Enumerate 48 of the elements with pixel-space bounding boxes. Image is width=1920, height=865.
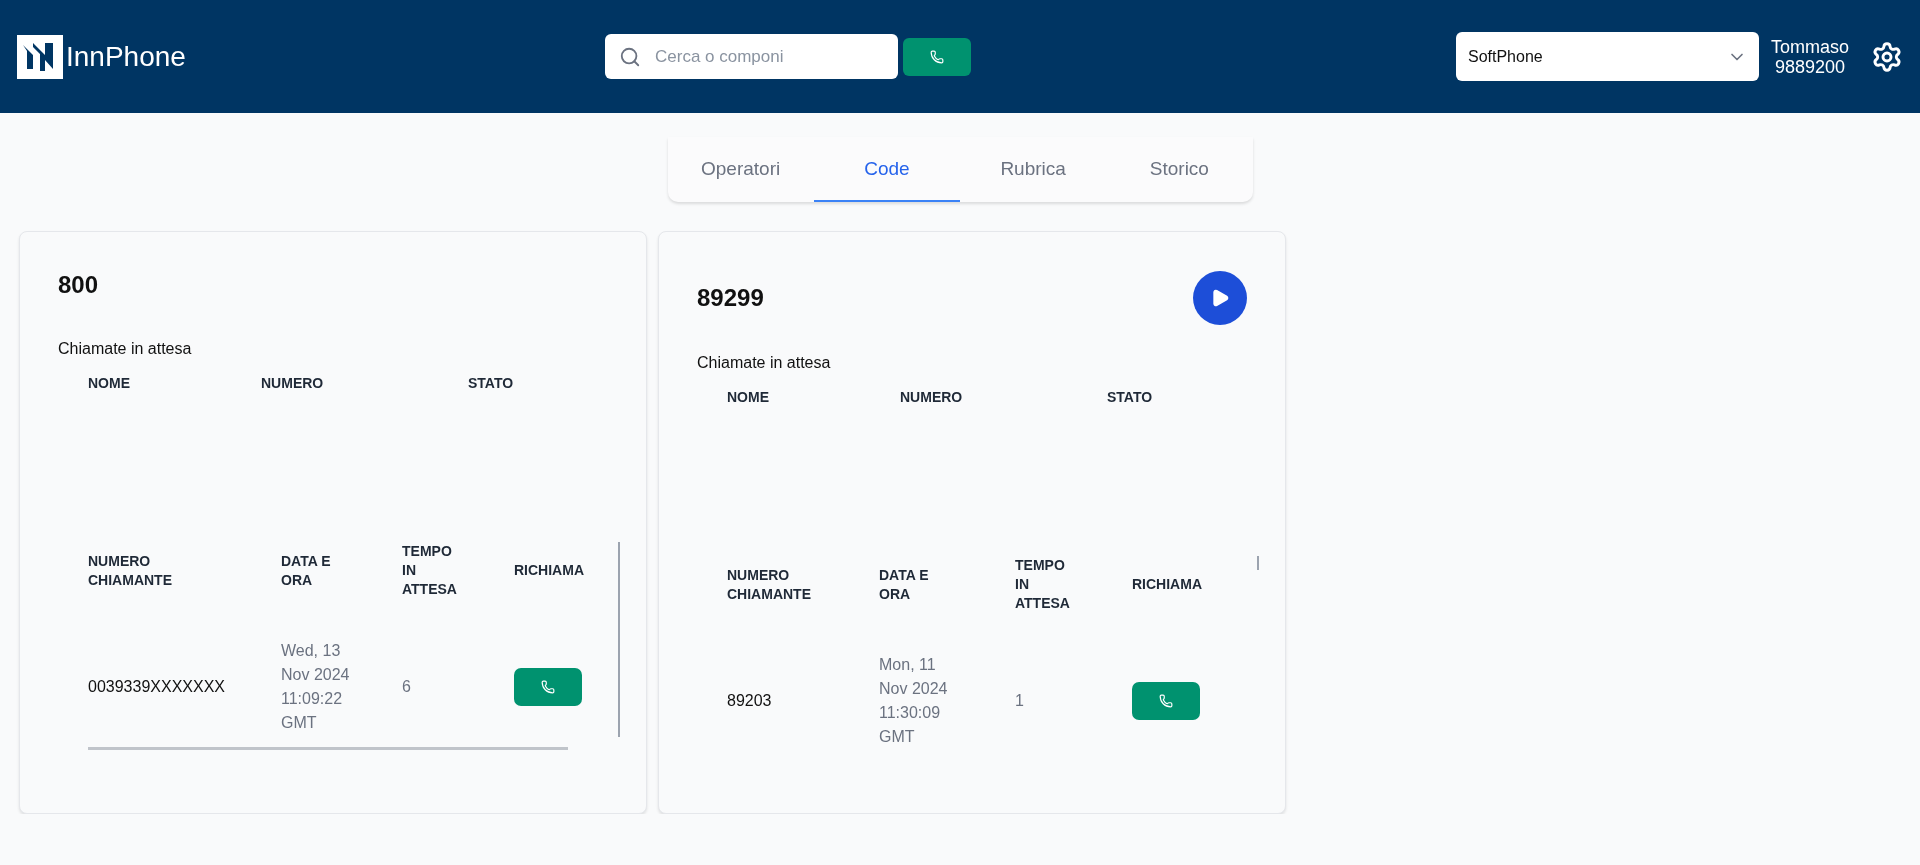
column-header: STATO bbox=[1107, 388, 1154, 407]
logo-text: InnPhone bbox=[66, 40, 186, 73]
column-header: NOME bbox=[727, 388, 770, 407]
column-header: TEMPO IN ATTESA bbox=[1015, 556, 1071, 613]
column-header: RICHIAMA bbox=[1132, 575, 1203, 594]
user-name: Tommaso bbox=[1770, 36, 1849, 57]
search-field[interactable]: Cerca o componi bbox=[605, 34, 898, 79]
play-icon bbox=[1210, 288, 1230, 308]
column-header: NUMERO CHIAMANTE bbox=[727, 565, 812, 604]
recall-button[interactable] bbox=[514, 668, 582, 706]
column-header: RICHIAMA bbox=[514, 561, 585, 580]
column-header: NOME bbox=[88, 374, 131, 393]
section-label: Chiamate in attesa bbox=[697, 354, 832, 372]
column-header: DATA E ORA bbox=[879, 565, 930, 604]
queue-title: 89299 bbox=[697, 284, 764, 312]
phone-icon bbox=[930, 49, 944, 64]
logo-icon bbox=[17, 34, 63, 79]
settings-icon[interactable] bbox=[1871, 40, 1903, 73]
search-input[interactable]: Cerca o componi bbox=[653, 45, 884, 68]
phone-icon bbox=[1159, 694, 1173, 708]
search-icon bbox=[619, 45, 641, 68]
column-header: STATO bbox=[468, 374, 515, 393]
table-cell-text: 0039339XXXXXXX bbox=[88, 677, 226, 697]
scrollbar[interactable] bbox=[618, 542, 620, 737]
column-header: DATA E ORA bbox=[281, 551, 332, 590]
table-cell-text: 89203 bbox=[727, 691, 773, 711]
table-cell-text: Mon, 11 Nov 2024 11:30:09 GMT bbox=[879, 655, 949, 747]
column-header: NUMERO bbox=[900, 388, 964, 407]
column-header: NUMERO bbox=[261, 374, 325, 393]
call-button[interactable] bbox=[903, 37, 971, 76]
tab[interactable]: Code bbox=[813, 137, 960, 202]
scrollbar[interactable] bbox=[1257, 556, 1259, 570]
tab[interactable]: Rubrica bbox=[960, 137, 1107, 202]
tab[interactable]: Storico bbox=[1106, 137, 1253, 202]
section-label: Chiamate in attesa bbox=[58, 340, 193, 358]
column-header: NUMERO CHIAMANTE bbox=[88, 551, 173, 590]
play-button[interactable] bbox=[1193, 271, 1247, 325]
tab[interactable]: Operatori bbox=[667, 137, 814, 202]
table-cell-text: 1 bbox=[1015, 691, 1025, 711]
column-header: TEMPO IN ATTESA bbox=[402, 542, 458, 599]
user-extension: 9889200 bbox=[1774, 56, 1845, 77]
scrollbar[interactable] bbox=[88, 747, 568, 750]
phone-icon bbox=[541, 680, 555, 694]
table-cell-text: Wed, 13 Nov 2024 11:09:22 GMT bbox=[281, 641, 351, 733]
device-select[interactable]: SoftPhone bbox=[1455, 32, 1759, 81]
table-cell-text: 6 bbox=[402, 677, 412, 697]
recall-button[interactable] bbox=[1132, 682, 1200, 720]
queue-title: 800 bbox=[58, 271, 99, 299]
